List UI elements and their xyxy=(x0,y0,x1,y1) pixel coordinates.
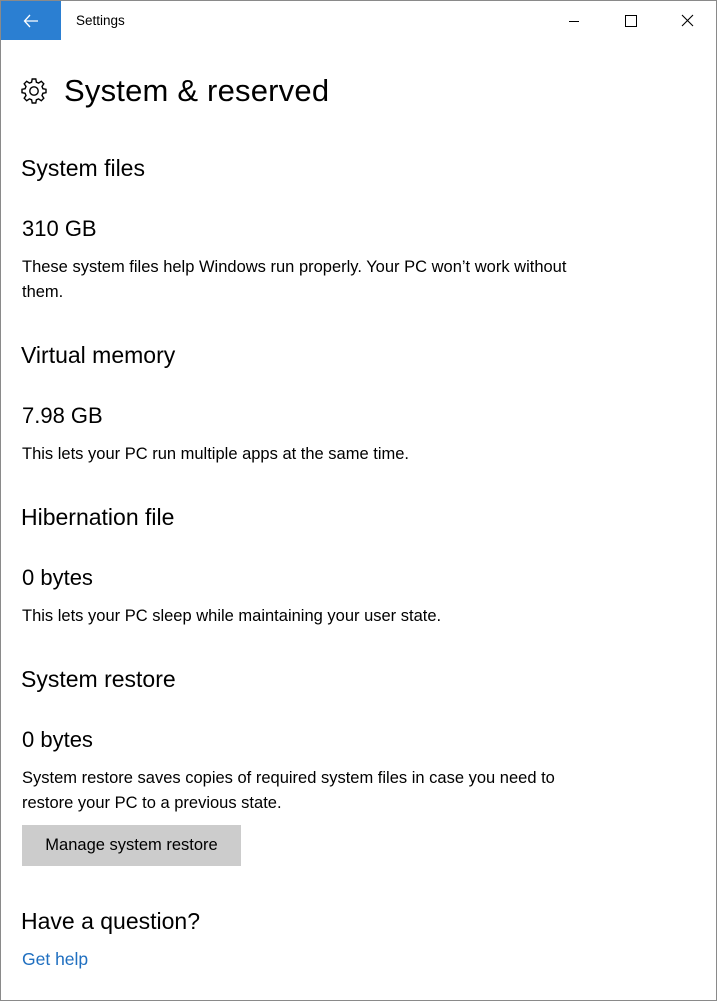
maximize-icon xyxy=(625,14,637,27)
size-value-system-files: 310 GB xyxy=(22,216,97,241)
manage-system-restore-button[interactable]: Manage system restore xyxy=(22,825,241,866)
description-virtual-memory: This lets your PC run multiple apps at t… xyxy=(22,445,409,463)
title-bar: Settings xyxy=(1,1,716,40)
size-value-virtual-memory: 7.98 GB xyxy=(22,403,103,428)
close-icon xyxy=(681,14,693,27)
close-button[interactable] xyxy=(664,1,710,40)
maximize-button[interactable] xyxy=(608,1,654,40)
get-help-link[interactable]: Get help xyxy=(22,949,88,970)
section-heading-virtual-memory: Virtual memory xyxy=(21,342,176,368)
description-hibernation-file: This lets your PC sleep while maintainin… xyxy=(22,607,442,625)
minimize-icon xyxy=(569,20,579,22)
gear-icon xyxy=(21,78,47,104)
back-button[interactable] xyxy=(1,1,61,40)
size-value-system-restore: 0 bytes xyxy=(22,727,93,752)
page-title: System & reserved xyxy=(64,73,330,108)
description-system-files: These system files help Windows run prop… xyxy=(22,258,567,301)
size-value-hibernation-file: 0 bytes xyxy=(22,565,93,590)
settings-window: Settings System & reserved System files … xyxy=(0,0,717,1001)
description-system-restore: System restore saves copies of required … xyxy=(22,769,555,812)
help-heading: Have a question? xyxy=(21,908,201,934)
section-heading-system-files: System files xyxy=(21,155,145,181)
section-heading-system-restore: System restore xyxy=(21,666,176,692)
back-arrow-icon xyxy=(23,14,38,27)
minimize-button[interactable] xyxy=(551,1,597,40)
page-header: System & reserved xyxy=(21,71,329,111)
window-title: Settings xyxy=(76,13,125,28)
section-heading-hibernation-file: Hibernation file xyxy=(21,504,175,530)
